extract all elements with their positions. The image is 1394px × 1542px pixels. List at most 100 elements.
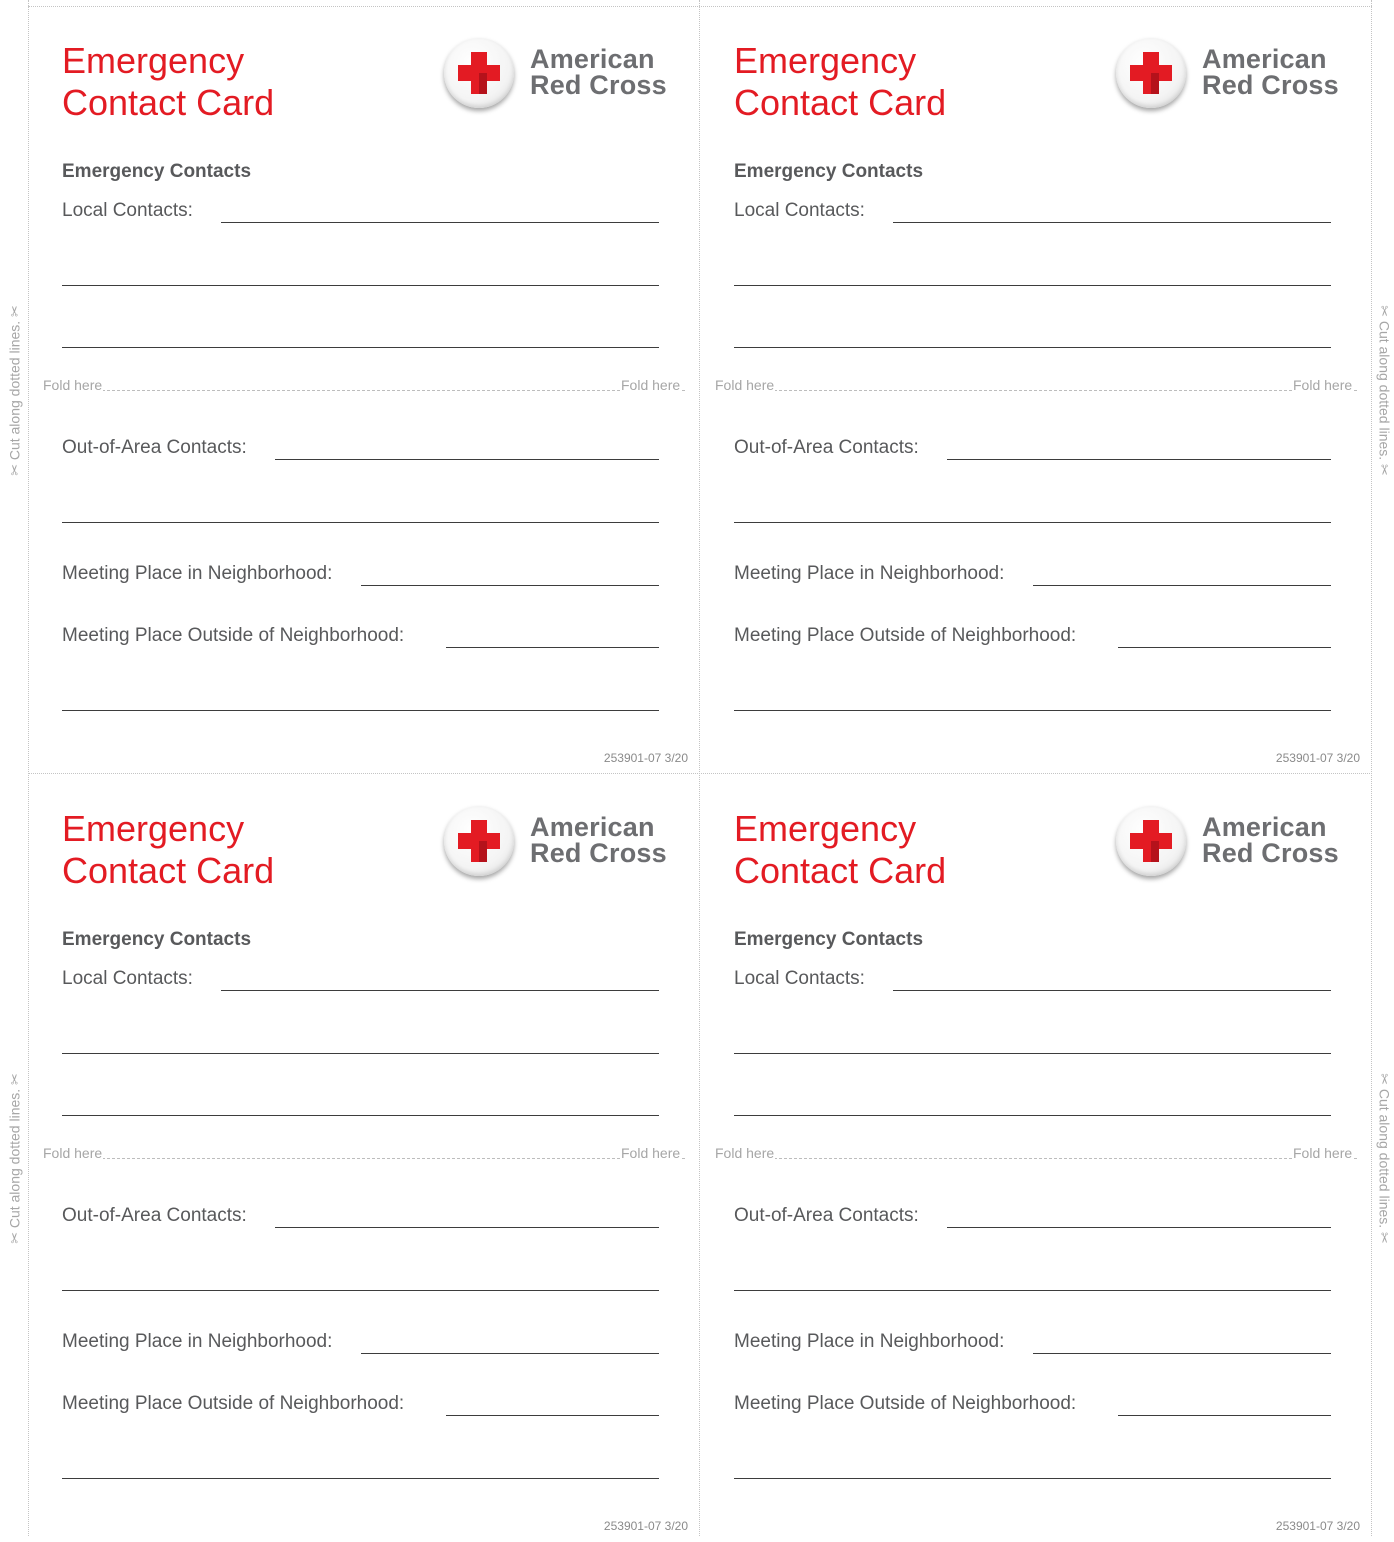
- meeting-out-line-2[interactable]: [62, 1478, 659, 1479]
- local-contacts-line-1[interactable]: [221, 990, 659, 991]
- local-contacts-line-2[interactable]: [62, 285, 659, 286]
- local-contacts-line-3[interactable]: [62, 347, 659, 348]
- fold-line: [42, 390, 685, 391]
- fold-label-right: Fold here: [1292, 1145, 1354, 1161]
- out-of-area-line-1[interactable]: [947, 459, 1331, 460]
- meeting-out-line-1[interactable]: [1118, 1415, 1331, 1416]
- section-heading: Emergency Contacts: [62, 929, 252, 950]
- card-title: Emergency Contact Card: [734, 808, 946, 892]
- meeting-in-line[interactable]: [361, 1353, 659, 1354]
- meeting-out-line-1[interactable]: [446, 1415, 659, 1416]
- meeting-out-label: Meeting Place Outside of Neighborhood:: [62, 625, 405, 646]
- logo-line2: Red Cross: [1202, 70, 1339, 100]
- out-of-area-label: Out-of-Area Contacts:: [734, 437, 919, 458]
- card-title-line1: Emergency: [734, 40, 917, 81]
- local-contacts-line-2[interactable]: [62, 1053, 659, 1054]
- logo-line2: Red Cross: [1202, 838, 1339, 868]
- logo-line2: Red Cross: [530, 70, 667, 100]
- red-cross-icon: [444, 38, 514, 108]
- local-contacts-line-1[interactable]: [221, 222, 659, 223]
- local-contacts-label: Local Contacts:: [62, 968, 193, 989]
- card-title-line1: Emergency: [734, 808, 917, 849]
- meeting-in-line[interactable]: [1033, 1353, 1331, 1354]
- logo-line2: Red Cross: [530, 838, 667, 868]
- out-of-area-label: Out-of-Area Contacts:: [734, 1205, 919, 1226]
- fold-label-right: Fold here: [1292, 377, 1354, 393]
- card-title: Emergency Contact Card: [62, 40, 274, 124]
- out-of-area-line-2[interactable]: [62, 522, 659, 523]
- fold-label-left: Fold here: [42, 1145, 104, 1161]
- meeting-in-line[interactable]: [1033, 585, 1331, 586]
- form-code: 253901-07 3/20: [1275, 1519, 1360, 1533]
- fold-label-right: Fold here: [620, 1145, 682, 1161]
- card-title: Emergency Contact Card: [734, 40, 946, 124]
- card-title: Emergency Contact Card: [62, 808, 274, 892]
- local-contacts-line-1[interactable]: [893, 222, 1331, 223]
- logo-line1: American: [1202, 44, 1327, 74]
- section-heading: Emergency Contacts: [734, 161, 924, 182]
- fold-line: [42, 1158, 685, 1159]
- logo-line1: American: [1202, 812, 1327, 842]
- local-contacts-line-3[interactable]: [734, 1115, 1331, 1116]
- local-contacts-label: Local Contacts:: [62, 200, 193, 221]
- fold-label-right: Fold here: [620, 377, 682, 393]
- local-contacts-label: Local Contacts:: [734, 200, 865, 221]
- fold-label-left: Fold here: [42, 377, 104, 393]
- local-contacts-line-3[interactable]: [734, 347, 1331, 348]
- cut-instruction-left-top: ✂ Cut along dotted lines. ✂: [6, 305, 23, 476]
- meeting-out-label: Meeting Place Outside of Neighborhood:: [734, 625, 1077, 646]
- out-of-area-line-2[interactable]: [734, 1290, 1331, 1291]
- logo-wordmark: American Red Cross: [1202, 812, 1339, 868]
- meeting-in-label: Meeting Place in Neighborhood:: [62, 563, 333, 584]
- card-title-line1: Emergency: [62, 40, 245, 81]
- meeting-out-line-2[interactable]: [62, 710, 659, 711]
- meeting-out-line-1[interactable]: [446, 647, 659, 648]
- local-contacts-line-2[interactable]: [734, 1053, 1331, 1054]
- meeting-in-label: Meeting Place in Neighborhood:: [62, 1331, 333, 1352]
- cut-instruction-right-top: ✂ Cut along dotted lines. ✂: [1376, 305, 1393, 476]
- card-title-line2: Contact Card: [734, 850, 947, 891]
- form-code: 253901-07 3/20: [603, 1519, 688, 1533]
- meeting-out-line-2[interactable]: [734, 710, 1331, 711]
- emergency-contact-card: Emergency Contact Card American Red Cros…: [28, 6, 699, 774]
- emergency-contact-card: Emergency Contact Card American Red Cros…: [700, 774, 1371, 1542]
- card-title-line2: Contact Card: [62, 850, 275, 891]
- section-heading: Emergency Contacts: [734, 929, 924, 950]
- emergency-contact-card: Emergency Contact Card American Red Cros…: [28, 774, 699, 1542]
- meeting-out-label: Meeting Place Outside of Neighborhood:: [62, 1393, 405, 1414]
- red-cross-icon: [1116, 38, 1186, 108]
- out-of-area-line-1[interactable]: [275, 1227, 659, 1228]
- local-contacts-line-1[interactable]: [893, 990, 1331, 991]
- form-code: 253901-07 3/20: [603, 751, 688, 765]
- local-contacts-line-2[interactable]: [734, 285, 1331, 286]
- form-code: 253901-07 3/20: [1275, 751, 1360, 765]
- meeting-out-line-1[interactable]: [1118, 647, 1331, 648]
- cut-line-right: [1371, 0, 1372, 1536]
- out-of-area-line-2[interactable]: [62, 1290, 659, 1291]
- logo-line1: American: [530, 44, 655, 74]
- out-of-area-line-2[interactable]: [734, 522, 1331, 523]
- out-of-area-label: Out-of-Area Contacts:: [62, 1205, 247, 1226]
- fold-line: [714, 1158, 1357, 1159]
- cut-instruction-right-bottom: ✂ Cut along dotted lines. ✂: [1376, 1073, 1393, 1244]
- local-contacts-line-3[interactable]: [62, 1115, 659, 1116]
- out-of-area-line-1[interactable]: [275, 459, 659, 460]
- out-of-area-label: Out-of-Area Contacts:: [62, 437, 247, 458]
- fold-line: [714, 390, 1357, 391]
- card-title-line1: Emergency: [62, 808, 245, 849]
- logo-wordmark: American Red Cross: [530, 812, 667, 868]
- meeting-out-label: Meeting Place Outside of Neighborhood:: [734, 1393, 1077, 1414]
- meeting-out-line-2[interactable]: [734, 1478, 1331, 1479]
- local-contacts-label: Local Contacts:: [734, 968, 865, 989]
- out-of-area-line-1[interactable]: [947, 1227, 1331, 1228]
- card-title-line2: Contact Card: [734, 82, 947, 123]
- meeting-in-line[interactable]: [361, 585, 659, 586]
- fold-label-left: Fold here: [714, 1145, 776, 1161]
- section-heading: Emergency Contacts: [62, 161, 252, 182]
- meeting-in-label: Meeting Place in Neighborhood:: [734, 563, 1005, 584]
- meeting-in-label: Meeting Place in Neighborhood:: [734, 1331, 1005, 1352]
- red-cross-icon: [444, 806, 514, 876]
- logo-line1: American: [530, 812, 655, 842]
- cut-instruction-left-bottom: ✂ Cut along dotted lines. ✂: [6, 1073, 23, 1244]
- red-cross-icon: [1116, 806, 1186, 876]
